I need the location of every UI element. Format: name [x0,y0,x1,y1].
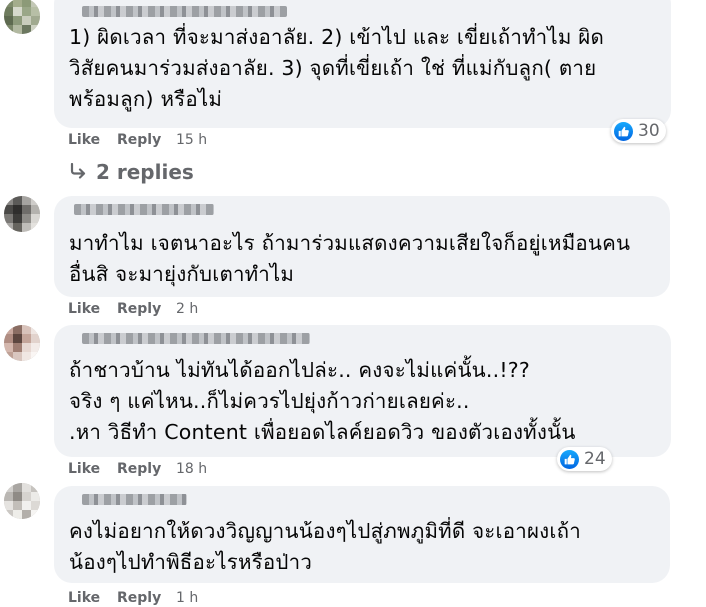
avatar[interactable] [4,483,40,519]
reply-button[interactable]: Reply [117,461,176,477]
view-replies-link[interactable]: 2 replies [69,160,194,184]
reply-button[interactable]: Reply [117,132,176,148]
reply-arrow-icon [69,160,87,184]
avatar[interactable] [4,196,40,232]
timestamp[interactable]: 15 h [176,132,207,148]
reply-button[interactable]: Reply [117,301,176,317]
comment-bubble: คงไม่อยากให้ดวงวิญญานน้องๆไปสู่ภพภูมิที่… [54,486,670,583]
avatar[interactable] [4,325,40,361]
comment-bubble: ถ้าชาวบ้าน ไม่ทันได้ออกไปล่ะ.. คงจะไม่แค… [54,325,671,457]
author-name-redacted[interactable] [82,333,310,344]
like-button[interactable]: Like [68,301,117,317]
like-thumb-icon [614,121,633,141]
like-button[interactable]: Like [68,461,117,477]
replies-count-label: 2 replies [96,160,194,184]
reaction-number: 30 [638,121,660,141]
avatar[interactable] [4,0,40,34]
author-name-redacted[interactable] [82,6,287,17]
like-button[interactable]: Like [68,132,117,148]
reaction-count[interactable]: 24 [557,447,612,471]
timestamp[interactable]: 18 h [176,461,207,477]
like-button[interactable]: Like [68,590,117,606]
reaction-number: 24 [584,449,606,469]
reply-button[interactable]: Reply [117,590,176,606]
like-thumb-icon [560,449,579,469]
comment-bubble: มาทำไม เจตนาอะไร ถ้ามาร่วมแสดงความเสียใจ… [54,196,670,297]
comment-text: คงไม่อยากให้ดวงวิญญานน้องๆไปสู่ภพภูมิที่… [69,519,581,574]
comment-actions: Like Reply 1 h [68,589,198,607]
author-name-redacted[interactable] [82,494,187,505]
comment-actions: Like Reply 2 h [68,300,198,318]
reaction-count[interactable]: 30 [611,119,666,143]
timestamp[interactable]: 2 h [176,301,198,317]
comment-actions: Like Reply 15 h [68,131,207,149]
comment-actions: Like Reply 18 h [68,460,207,478]
timestamp[interactable]: 1 h [176,590,198,606]
author-name-redacted[interactable] [74,204,214,215]
comment-text: มาทำไม เจตนาอะไร ถ้ามาร่วมแสดงความเสียใจ… [69,231,631,286]
comment-bubble: 1) ผิดเวลา ที่จะมาส่งอาลัย. 2) เข้าไป แล… [54,0,671,128]
comment-text: 1) ผิดเวลา ที่จะมาส่งอาลัย. 2) เข้าไป แล… [69,25,604,111]
comment-text: ถ้าชาวบ้าน ไม่ทันได้ออกไปล่ะ.. คงจะไม่แค… [69,358,576,444]
